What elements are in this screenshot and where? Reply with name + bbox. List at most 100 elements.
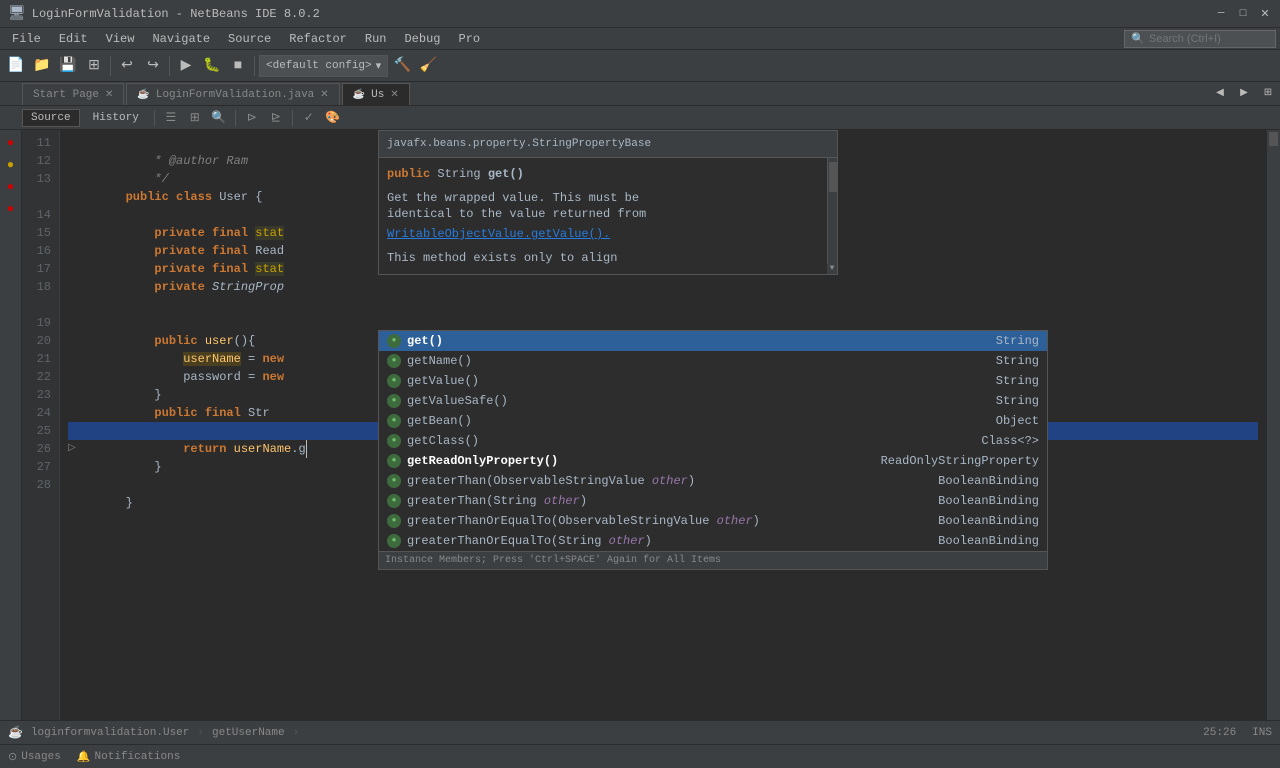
ac-icon-getvaluesafe: ● xyxy=(387,394,401,408)
find-button[interactable]: 🔍 xyxy=(209,108,229,128)
config-dropdown-icon: ▾ xyxy=(376,59,382,73)
breadcrumb-sep: › xyxy=(197,727,204,739)
right-scrollbar-thumb[interactable] xyxy=(1269,132,1278,146)
bottom-right: 25:26 INS xyxy=(1203,727,1272,739)
ac-item-greaterthan-str[interactable]: ● greaterThan(String other) BooleanBindi… xyxy=(379,491,1047,511)
editor-container: 11 12 13 14 15 16 17 18 19 20 21 22 23 2… xyxy=(22,130,1280,720)
clean-button[interactable]: 🧹 xyxy=(416,54,440,78)
ac-item-greaterthanorequalto-obs[interactable]: ● greaterThanOrEqualTo(ObservableStringV… xyxy=(379,511,1047,531)
tab-scroll-right[interactable]: ▶ xyxy=(1232,81,1256,105)
ac-method-greaterthan-str: greaterThan(String other) xyxy=(407,492,587,510)
tab-label-user: Us xyxy=(371,89,384,101)
autocomplete-footer: Instance Members; Press 'Ctrl+SPACE' Aga… xyxy=(379,551,1047,569)
javadoc-scrollbar[interactable] xyxy=(827,158,837,274)
tab-close-user[interactable]: ✕ xyxy=(390,89,398,101)
tab-close-start[interactable]: ✕ xyxy=(105,89,113,101)
save-all-button[interactable]: ⊞ xyxy=(82,54,106,78)
ac-item-getname[interactable]: ● getName() String xyxy=(379,351,1047,371)
debug-step-into-button[interactable]: ⊵ xyxy=(266,108,286,128)
save-button[interactable]: 💾 xyxy=(56,54,80,78)
config-label: <default config> xyxy=(266,60,372,72)
ac-method-greaterthanorequalto-obs: greaterThanOrEqualTo(ObservableStringVal… xyxy=(407,512,760,530)
ac-method-getreadonlyproperty: getReadOnlyProperty() xyxy=(407,452,558,470)
ac-item-greaterthan-obs[interactable]: ● greaterThan(ObservableStringValue othe… xyxy=(379,471,1047,491)
ac-return-greaterthanorequalto-obs: BooleanBinding xyxy=(938,512,1039,530)
menu-file[interactable]: File xyxy=(4,30,49,48)
search-input[interactable] xyxy=(1149,33,1269,45)
menu-pro[interactable]: Pro xyxy=(451,30,489,48)
title-bar: 🖥 LoginFormValidation - NetBeans IDE 8.0… xyxy=(0,0,1280,28)
tab-loginform[interactable]: ☕ LoginFormValidation.java ✕ xyxy=(126,83,339,105)
cursor-position: 25:26 xyxy=(1203,727,1236,739)
javadoc-scroll-down[interactable]: ▼ xyxy=(827,264,837,274)
menu-refactor[interactable]: Refactor xyxy=(281,30,355,48)
notifications-label: Notifications xyxy=(95,751,181,763)
ac-method-getclass: getClass() xyxy=(407,432,479,450)
debug-step-button[interactable]: ⊳ xyxy=(242,108,262,128)
toggle-bookmarks-button[interactable]: ☰ xyxy=(161,108,181,128)
tab-scroll-left[interactable]: ◀ xyxy=(1208,81,1232,105)
sidebar-warn1-icon[interactable]: ● xyxy=(2,156,20,174)
restore-button[interactable]: □ xyxy=(1236,7,1250,21)
ac-item-greaterthanorequalto-str[interactable]: ● greaterThanOrEqualTo(String other) Boo… xyxy=(379,531,1047,551)
ac-item-getreadonlyproperty[interactable]: ● getReadOnlyProperty() ReadOnlyStringPr… xyxy=(379,451,1047,471)
usages-indicator[interactable]: ⊙ Usages xyxy=(8,750,61,764)
window-controls: ─ □ ✕ xyxy=(1214,7,1272,21)
tab-label-start: Start Page xyxy=(33,89,99,101)
editor-mode: INS xyxy=(1252,727,1272,739)
menu-view[interactable]: View xyxy=(98,30,143,48)
stop-button[interactable]: ■ xyxy=(226,54,250,78)
ac-icon-greaterthanorequalto-str: ● xyxy=(387,534,401,548)
undo-button[interactable]: ↩ xyxy=(115,54,139,78)
palette-button[interactable]: 🎨 xyxy=(323,108,343,128)
sidebar-errors-icon[interactable]: ● xyxy=(2,134,20,152)
tab-close-loginform[interactable]: ✕ xyxy=(320,89,328,101)
ac-method-greaterthanorequalto-str: greaterThanOrEqualTo(String other) xyxy=(407,532,652,550)
ac-item-getvaluesafe[interactable]: ● getValueSafe() String xyxy=(379,391,1047,411)
menu-source[interactable]: Source xyxy=(220,30,279,48)
ac-item-getbean[interactable]: ● getBean() Object xyxy=(379,411,1047,431)
tb-separator-2 xyxy=(169,56,170,76)
close-button[interactable]: ✕ xyxy=(1258,7,1272,21)
main-layout: ● ● ● ● 11 12 13 14 15 16 17 18 19 20 21… xyxy=(0,130,1280,720)
ac-item-getclass[interactable]: ● getClass() Class<?> xyxy=(379,431,1047,451)
tb-separator-1 xyxy=(110,56,111,76)
menu-edit[interactable]: Edit xyxy=(51,30,96,48)
source-tab[interactable]: Source xyxy=(22,109,80,127)
ac-return-getvalue: String xyxy=(996,372,1039,390)
menu-run[interactable]: Run xyxy=(357,30,395,48)
ac-item-get[interactable]: ● get() String xyxy=(379,331,1047,351)
build-button[interactable]: 🔨 xyxy=(390,54,414,78)
javadoc-link[interactable]: WritableObjectValue.getValue(). xyxy=(387,227,610,241)
ac-method-getvaluesafe: getValueSafe() xyxy=(407,392,508,410)
sidebar-warn2-icon[interactable]: ● xyxy=(2,178,20,196)
config-selector[interactable]: <default config> ▾ xyxy=(259,55,388,77)
notifications-indicator[interactable]: 🔔 Notifications xyxy=(77,750,181,764)
open-file-button[interactable]: 📁 xyxy=(30,54,54,78)
javadoc-class-name: javafx.beans.property.StringPropertyBase xyxy=(387,138,651,150)
run-button[interactable]: ▶ xyxy=(174,54,198,78)
history-tab[interactable]: History xyxy=(84,109,148,127)
menu-navigate[interactable]: Navigate xyxy=(144,30,218,48)
sidebar-warn3-icon[interactable]: ● xyxy=(2,200,20,218)
new-file-button[interactable]: 📄 xyxy=(4,54,28,78)
ac-return-getclass: Class<?> xyxy=(981,432,1039,450)
javadoc-desc-1: Get the wrapped value. This must be xyxy=(387,190,829,206)
code-area[interactable]: * @author Ram */ public class User { pri… xyxy=(60,130,1266,720)
minimize-button[interactable]: ─ xyxy=(1214,7,1228,21)
usages-label: Usages xyxy=(21,751,61,763)
autocomplete-footer-text: Instance Members; Press 'Ctrl+SPACE' Aga… xyxy=(385,552,721,570)
debug-button[interactable]: 🐛 xyxy=(200,54,224,78)
tasks-button[interactable]: ✓ xyxy=(299,108,319,128)
ac-item-getvalue[interactable]: ● getValue() String xyxy=(379,371,1047,391)
redo-button[interactable]: ↪ xyxy=(141,54,165,78)
tab-user[interactable]: ☕ Us ✕ xyxy=(342,83,410,105)
ac-return-getbean: Object xyxy=(996,412,1039,430)
editor-tabs: Start Page ✕ ☕ LoginFormValidation.java … xyxy=(0,82,1280,106)
javadoc-content: public String get() Get the wrapped valu… xyxy=(379,158,837,274)
tab-maximize[interactable]: ⊞ xyxy=(1256,81,1280,105)
ac-method-getname: getName() xyxy=(407,352,472,370)
format-button[interactable]: ⊞ xyxy=(185,108,205,128)
menu-debug[interactable]: Debug xyxy=(396,30,448,48)
tab-start-page[interactable]: Start Page ✕ xyxy=(22,83,124,105)
